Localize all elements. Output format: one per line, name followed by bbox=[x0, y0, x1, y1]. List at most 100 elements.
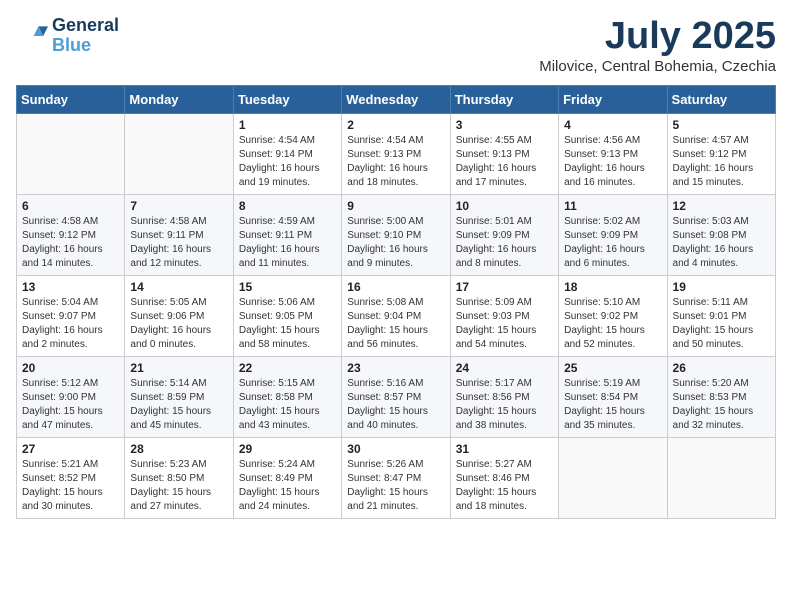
day-number: 21 bbox=[130, 361, 227, 375]
day-number: 11 bbox=[564, 199, 661, 213]
day-number: 31 bbox=[456, 442, 553, 456]
calendar-cell: 5Sunrise: 4:57 AM Sunset: 9:12 PM Daylig… bbox=[667, 113, 775, 194]
calendar-cell: 28 Sunrise: 5:23 AM Sunset: 8:50 PM Dayli… bbox=[125, 437, 233, 518]
day-info: Sunrise: 5:04 AM Sunset: 9:07 PM Dayligh… bbox=[22, 296, 119, 352]
day-number: 14 bbox=[130, 280, 227, 294]
day-number: 5 bbox=[673, 118, 770, 132]
logo-text: General Blue bbox=[52, 16, 119, 56]
calendar-cell: 6 Sunrise: 4:58 AM Sunset: 9:12 PM Daylig… bbox=[17, 194, 125, 275]
day-number: 17 bbox=[456, 280, 553, 294]
calendar-cell: 11 Sunrise: 5:02 AM Sunset: 9:09 PM Dayli… bbox=[559, 194, 667, 275]
day-info: Sunrise: 5:23 AM Sunset: 8:50 PM Dayligh… bbox=[130, 458, 227, 514]
day-info: Sunrise: 5:11 AM Sunset: 9:01 PM Dayligh… bbox=[673, 296, 770, 352]
weekday-header: Sunday bbox=[17, 85, 125, 113]
day-info: Sunrise: 5:14 AM Sunset: 8:59 PM Dayligh… bbox=[130, 377, 227, 433]
calendar-cell: 23 Sunrise: 5:16 AM Sunset: 8:57 PM Dayli… bbox=[342, 356, 450, 437]
calendar-cell: 31 Sunrise: 5:27 AM Sunset: 8:46 PM Dayli… bbox=[450, 437, 558, 518]
day-number: 7 bbox=[130, 199, 227, 213]
logo-icon bbox=[16, 20, 48, 52]
day-info: Sunrise: 5:12 AM Sunset: 9:00 PM Dayligh… bbox=[22, 377, 119, 433]
day-info: Sunrise: 4:56 AM Sunset: 9:13 PM Dayligh… bbox=[564, 134, 661, 190]
day-info: Sunrise: 5:03 AM Sunset: 9:08 PM Dayligh… bbox=[673, 215, 770, 271]
page-header: General Blue July 2025 Milovice, Central… bbox=[16, 16, 776, 75]
day-number: 18 bbox=[564, 280, 661, 294]
calendar-cell: 7 Sunrise: 4:58 AM Sunset: 9:11 PM Daylig… bbox=[125, 194, 233, 275]
calendar-cell: 30 Sunrise: 5:26 AM Sunset: 8:47 PM Dayli… bbox=[342, 437, 450, 518]
calendar-cell: 4 Sunrise: 4:56 AM Sunset: 9:13 PM Daylig… bbox=[559, 113, 667, 194]
calendar-cell: 15 Sunrise: 5:06 AM Sunset: 9:05 PM Dayli… bbox=[233, 275, 341, 356]
day-info: Sunrise: 5:05 AM Sunset: 9:06 PM Dayligh… bbox=[130, 296, 227, 352]
calendar-cell: 16 Sunrise: 5:08 AM Sunset: 9:04 PM Dayli… bbox=[342, 275, 450, 356]
calendar-cell bbox=[667, 437, 775, 518]
day-info: Sunrise: 5:21 AM Sunset: 8:52 PM Dayligh… bbox=[22, 458, 119, 514]
weekday-header-row: SundayMondayTuesdayWednesdayThursdayFrid… bbox=[17, 85, 776, 113]
location-title: Milovice, Central Bohemia, Czechia bbox=[539, 58, 776, 75]
day-number: 29 bbox=[239, 442, 336, 456]
day-number: 10 bbox=[456, 199, 553, 213]
day-number: 28 bbox=[130, 442, 227, 456]
day-number: 6 bbox=[22, 199, 119, 213]
day-number: 15 bbox=[239, 280, 336, 294]
calendar-cell bbox=[17, 113, 125, 194]
day-info: Sunrise: 5:15 AM Sunset: 8:58 PM Dayligh… bbox=[239, 377, 336, 433]
calendar-table: SundayMondayTuesdayWednesdayThursdayFrid… bbox=[16, 85, 776, 519]
day-number: 19 bbox=[673, 280, 770, 294]
calendar-cell: 18 Sunrise: 5:10 AM Sunset: 9:02 PM Dayli… bbox=[559, 275, 667, 356]
day-number: 27 bbox=[22, 442, 119, 456]
day-info: Sunrise: 5:27 AM Sunset: 8:46 PM Dayligh… bbox=[456, 458, 553, 514]
day-number: 2 bbox=[347, 118, 444, 132]
day-info: Sunrise: 5:26 AM Sunset: 8:47 PM Dayligh… bbox=[347, 458, 444, 514]
calendar-cell: 12 Sunrise: 5:03 AM Sunset: 9:08 PM Dayli… bbox=[667, 194, 775, 275]
calendar-cell: 21 Sunrise: 5:14 AM Sunset: 8:59 PM Dayli… bbox=[125, 356, 233, 437]
calendar-cell: 25 Sunrise: 5:19 AM Sunset: 8:54 PM Dayli… bbox=[559, 356, 667, 437]
day-info: Sunrise: 5:19 AM Sunset: 8:54 PM Dayligh… bbox=[564, 377, 661, 433]
logo-line2: Blue bbox=[52, 36, 119, 56]
day-info: Sunrise: 5:09 AM Sunset: 9:03 PM Dayligh… bbox=[456, 296, 553, 352]
calendar-cell bbox=[559, 437, 667, 518]
calendar-cell: 2 Sunrise: 4:54 AM Sunset: 9:13 PM Daylig… bbox=[342, 113, 450, 194]
day-number: 22 bbox=[239, 361, 336, 375]
calendar-cell: 27 Sunrise: 5:21 AM Sunset: 8:52 PM Dayli… bbox=[17, 437, 125, 518]
day-number: 23 bbox=[347, 361, 444, 375]
calendar-cell: 20 Sunrise: 5:12 AM Sunset: 9:00 PM Dayli… bbox=[17, 356, 125, 437]
calendar-week-row: 6 Sunrise: 4:58 AM Sunset: 9:12 PM Daylig… bbox=[17, 194, 776, 275]
day-info: Sunrise: 5:24 AM Sunset: 8:49 PM Dayligh… bbox=[239, 458, 336, 514]
day-info: Sunrise: 5:01 AM Sunset: 9:09 PM Dayligh… bbox=[456, 215, 553, 271]
calendar-cell: 29 Sunrise: 5:24 AM Sunset: 8:49 PM Dayli… bbox=[233, 437, 341, 518]
day-info: Sunrise: 4:59 AM Sunset: 9:11 PM Dayligh… bbox=[239, 215, 336, 271]
calendar-header: SundayMondayTuesdayWednesdayThursdayFrid… bbox=[17, 85, 776, 113]
day-number: 26 bbox=[673, 361, 770, 375]
day-info: Sunrise: 5:16 AM Sunset: 8:57 PM Dayligh… bbox=[347, 377, 444, 433]
weekday-header: Wednesday bbox=[342, 85, 450, 113]
day-number: 9 bbox=[347, 199, 444, 213]
day-info: Sunrise: 5:20 AM Sunset: 8:53 PM Dayligh… bbox=[673, 377, 770, 433]
day-info: Sunrise: 4:54 AM Sunset: 9:13 PM Dayligh… bbox=[347, 134, 444, 190]
day-number: 25 bbox=[564, 361, 661, 375]
day-info: Sunrise: 4:55 AM Sunset: 9:13 PM Dayligh… bbox=[456, 134, 553, 190]
calendar-week-row: 1Sunrise: 4:54 AM Sunset: 9:14 PM Daylig… bbox=[17, 113, 776, 194]
day-info: Sunrise: 4:54 AM Sunset: 9:14 PM Dayligh… bbox=[239, 134, 336, 190]
day-number: 12 bbox=[673, 199, 770, 213]
day-info: Sunrise: 5:02 AM Sunset: 9:09 PM Dayligh… bbox=[564, 215, 661, 271]
calendar-cell: 3Sunrise: 4:55 AM Sunset: 9:13 PM Daylig… bbox=[450, 113, 558, 194]
day-info: Sunrise: 5:17 AM Sunset: 8:56 PM Dayligh… bbox=[456, 377, 553, 433]
day-number: 13 bbox=[22, 280, 119, 294]
calendar-cell bbox=[125, 113, 233, 194]
day-number: 4 bbox=[564, 118, 661, 132]
day-number: 20 bbox=[22, 361, 119, 375]
weekday-header: Friday bbox=[559, 85, 667, 113]
logo-line1: General bbox=[52, 16, 119, 36]
calendar-cell: 14 Sunrise: 5:05 AM Sunset: 9:06 PM Dayli… bbox=[125, 275, 233, 356]
day-info: Sunrise: 5:06 AM Sunset: 9:05 PM Dayligh… bbox=[239, 296, 336, 352]
calendar-cell: 10 Sunrise: 5:01 AM Sunset: 9:09 PM Dayli… bbox=[450, 194, 558, 275]
day-number: 30 bbox=[347, 442, 444, 456]
day-info: Sunrise: 5:10 AM Sunset: 9:02 PM Dayligh… bbox=[564, 296, 661, 352]
calendar-cell: 19 Sunrise: 5:11 AM Sunset: 9:01 PM Dayli… bbox=[667, 275, 775, 356]
calendar-cell: 13 Sunrise: 5:04 AM Sunset: 9:07 PM Dayli… bbox=[17, 275, 125, 356]
day-number: 8 bbox=[239, 199, 336, 213]
calendar-cell: 22 Sunrise: 5:15 AM Sunset: 8:58 PM Dayli… bbox=[233, 356, 341, 437]
day-info: Sunrise: 5:08 AM Sunset: 9:04 PM Dayligh… bbox=[347, 296, 444, 352]
day-info: Sunrise: 4:58 AM Sunset: 9:12 PM Dayligh… bbox=[22, 215, 119, 271]
day-info: Sunrise: 4:58 AM Sunset: 9:11 PM Dayligh… bbox=[130, 215, 227, 271]
day-number: 16 bbox=[347, 280, 444, 294]
